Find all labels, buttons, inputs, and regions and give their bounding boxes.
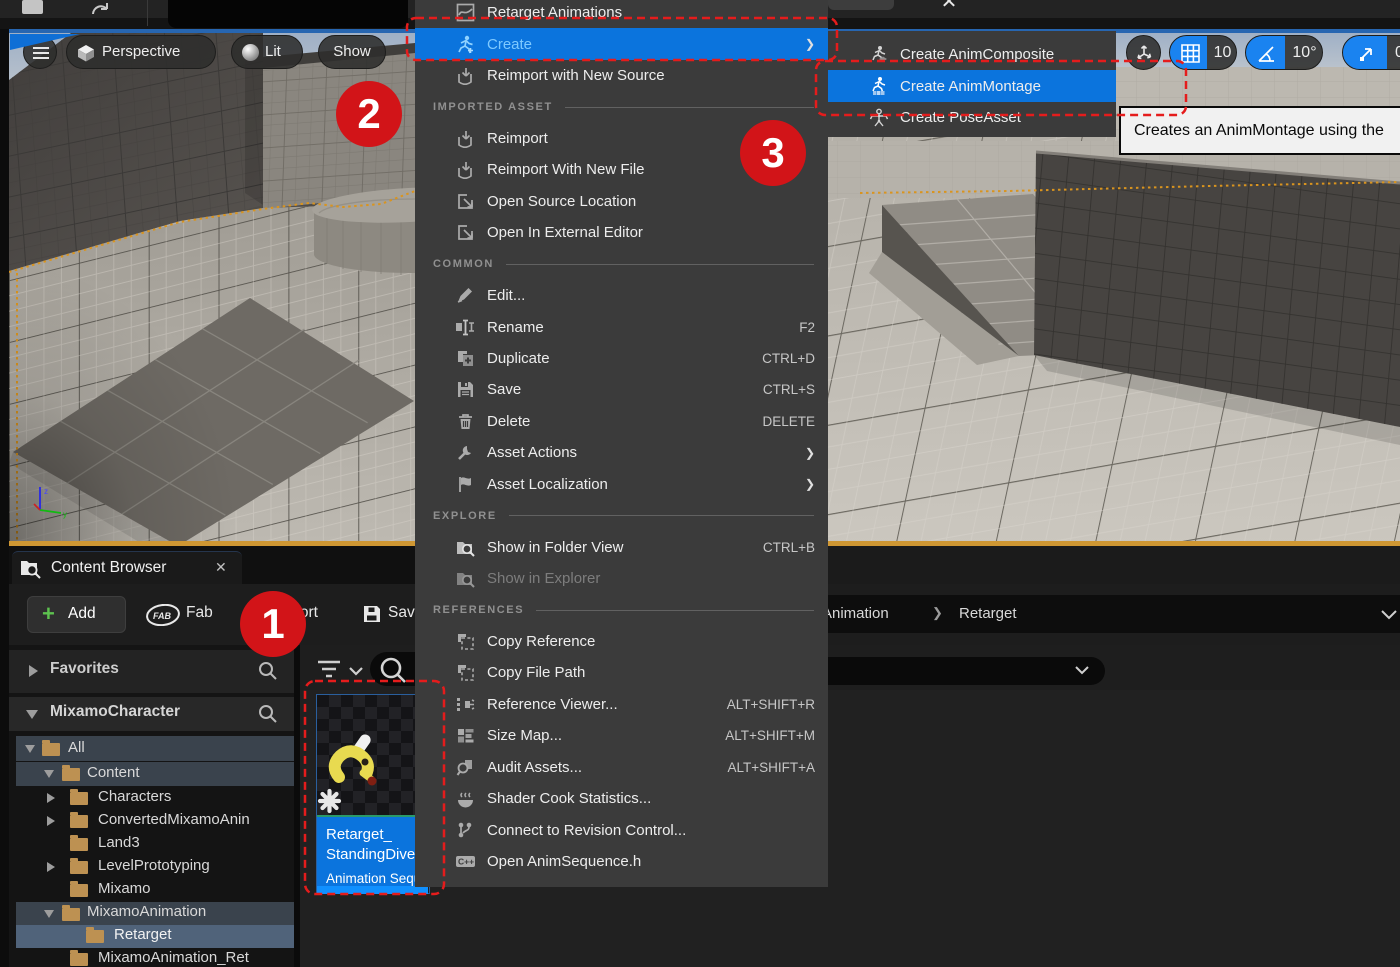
svg-text:y: y: [63, 510, 67, 519]
svg-text:C++: C++: [458, 857, 474, 867]
svg-text:FAB: FAB: [153, 611, 172, 621]
svg-text:z: z: [44, 487, 48, 496]
